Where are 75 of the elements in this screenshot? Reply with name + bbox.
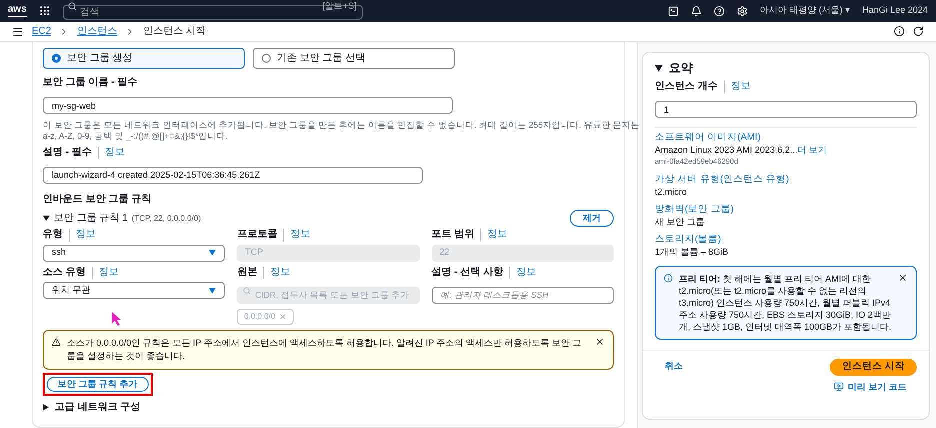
read-only-field: TCP — [237, 244, 420, 262]
field-label: 설명 - 선택 사항 — [432, 266, 504, 279]
user-menu[interactable]: HanGi Lee 2024 — [862, 4, 928, 18]
free-tier-text: 프리 티어: 첫 해에는 월별 프리 티어 AMI에 대한 t2.micro(또는 t2.micro를 사용할 수 없는 리전의 t3.micro) 인스턴스 사용량 750시간, 월별 퍼블릭 IPv4 주소 사용량 750시간, EBS 스토리지 30GiB, IO 2백만 개, 스냅샷 1GB, 인터넷 대역폭 100GB가 포함됩니다. — [679, 272, 892, 332]
field-label: 원본 — [237, 266, 258, 279]
more-link[interactable]: 더 보기 — [798, 144, 828, 156]
hint-text: 이 보안 그룹은 모든 네트워크 인터페이스에 추가됩니다. 보안 그룹을 만든 후에는 이름을 편집할 수 없습니다. 최대 길이는 255자입니다. 유효한 문자는 a-z, A-Z, 0-9, 공백 및 _-:/()#,@[]+=&;{}!$*입니다. — [43, 120, 642, 142]
info-link[interactable]: 정보 — [480, 229, 508, 242]
dropdown[interactable]: ssh — [43, 244, 226, 262]
info-link[interactable]: 정보 — [69, 229, 96, 242]
region-menu[interactable]: 아시아 태평양 (서울) ▾ — [760, 4, 850, 18]
field-label: 포트 범위 — [432, 229, 474, 242]
info-link[interactable]: 정보 — [92, 266, 119, 279]
info-link[interactable]: 정보 — [509, 266, 536, 279]
dropdown[interactable]: 위치 무관 — [43, 282, 226, 299]
close-icon[interactable] — [898, 272, 908, 282]
summary-link[interactable]: 스토리지(볼륨) — [655, 234, 722, 246]
summary-link[interactable]: 가상 서버 유형(인스턴스 유형) — [655, 174, 790, 186]
remove-button[interactable]: 제거 — [570, 210, 614, 227]
caret-icon — [209, 250, 216, 256]
menu-icon[interactable] — [12, 26, 24, 38]
expander-toggle[interactable]: 고급 네트워크 구성 — [55, 400, 141, 415]
text-field[interactable]: my-sg-web — [43, 97, 453, 114]
info-link[interactable]: 정보 — [98, 146, 125, 159]
breadcrumb-link[interactable]: EC2 — [32, 24, 52, 39]
field-label: 보안 그룹 이름 - 필수 — [43, 77, 138, 90]
settings-icon[interactable] — [736, 6, 748, 16]
radio-option[interactable]: 기존 보안 그룹 선택 — [253, 48, 455, 69]
monitor-icon — [834, 382, 844, 392]
field-label: 소스 유형 — [43, 266, 86, 279]
breadcrumb-current: 인스턴스 시작 — [143, 25, 206, 39]
summary-toggle[interactable]: 요약 — [669, 59, 693, 77]
summary-value: 새 보안 그룹 — [655, 216, 706, 228]
info-icon[interactable] — [894, 26, 905, 37]
apps-grid-icon[interactable] — [38, 5, 51, 17]
help-icon[interactable] — [714, 6, 725, 16]
text-field[interactable]: launch-wizard-4 created 2025-02-15T06:36:45.261Z — [43, 166, 423, 184]
summary-value: t2.micro — [655, 186, 688, 198]
terminal-icon[interactable] — [668, 6, 679, 16]
caret-icon — [209, 288, 216, 294]
read-only-field: 22 — [432, 244, 614, 262]
breadcrumb-link[interactable]: 인스턴스 — [77, 24, 118, 39]
summary-value: Amazon Linux 2023 AMI 2023.6.2... — [655, 144, 798, 156]
warning-icon — [52, 338, 61, 347]
rule-toggle[interactable]: 보안 그룹 규칙 1 — [54, 211, 128, 226]
info-link[interactable]: 정보 — [724, 81, 751, 94]
add-rule-button[interactable]: 보안 그룹 규칙 추가 — [47, 377, 149, 392]
field-label: 인스턴스 개수 — [655, 81, 718, 94]
radio-option[interactable]: 보안 그룹 생성 — [43, 48, 245, 69]
cursor-icon — [112, 312, 122, 326]
text-field[interactable]: 예: 관리자 데스크톱용 SSH — [432, 286, 614, 304]
field-label: 프로토콜 — [237, 229, 278, 242]
cancel-link[interactable]: 취소 — [665, 360, 683, 374]
summary-value: 1개의 볼륨 – 8GiB — [655, 246, 729, 258]
refresh-icon[interactable] — [913, 26, 924, 37]
logo: aws — [8, 5, 27, 17]
search-icon — [68, 2, 77, 11]
summary-link[interactable]: 소프트웨어 이미지(AMI) — [655, 132, 761, 144]
info-icon — [664, 274, 673, 282]
notifications-icon[interactable] — [690, 6, 702, 16]
info-link[interactable]: 정보 — [263, 266, 290, 279]
count-field[interactable]: 1 — [655, 101, 917, 118]
search-field[interactable]: CIDR, 접두사 목록 또는 보안 그룹 추가 — [237, 286, 420, 304]
field-label: 설명 - 필수 — [43, 146, 92, 159]
warning-text: 소스가 0.0.0.0/0인 규칙은 모든 IP 주소에서 인스턴스에 액세스하도록 허용합니다. 알려진 IP 주소의 액세스만 허용하도록 보안 그룹을 설정하는 것이 좋습니다. — [67, 337, 583, 363]
field-label: 유형 — [43, 229, 63, 242]
preview-code-link[interactable]: 미리 보기 코드 — [834, 380, 907, 394]
section-title: 인바운드 보안 그룹 규칙 — [43, 193, 152, 207]
search-icon — [243, 286, 252, 294]
token-label: 0.0.0.0/0 — [244, 311, 276, 323]
close-icon[interactable] — [595, 337, 605, 347]
launch-button[interactable]: 인스턴스 시작 — [830, 358, 917, 376]
summary-link[interactable]: 방화벽(보안 그룹) — [655, 204, 734, 216]
info-link[interactable]: 정보 — [283, 229, 310, 242]
rule-summary: (TCP, 22, 0.0.0.0/0) — [132, 212, 202, 224]
